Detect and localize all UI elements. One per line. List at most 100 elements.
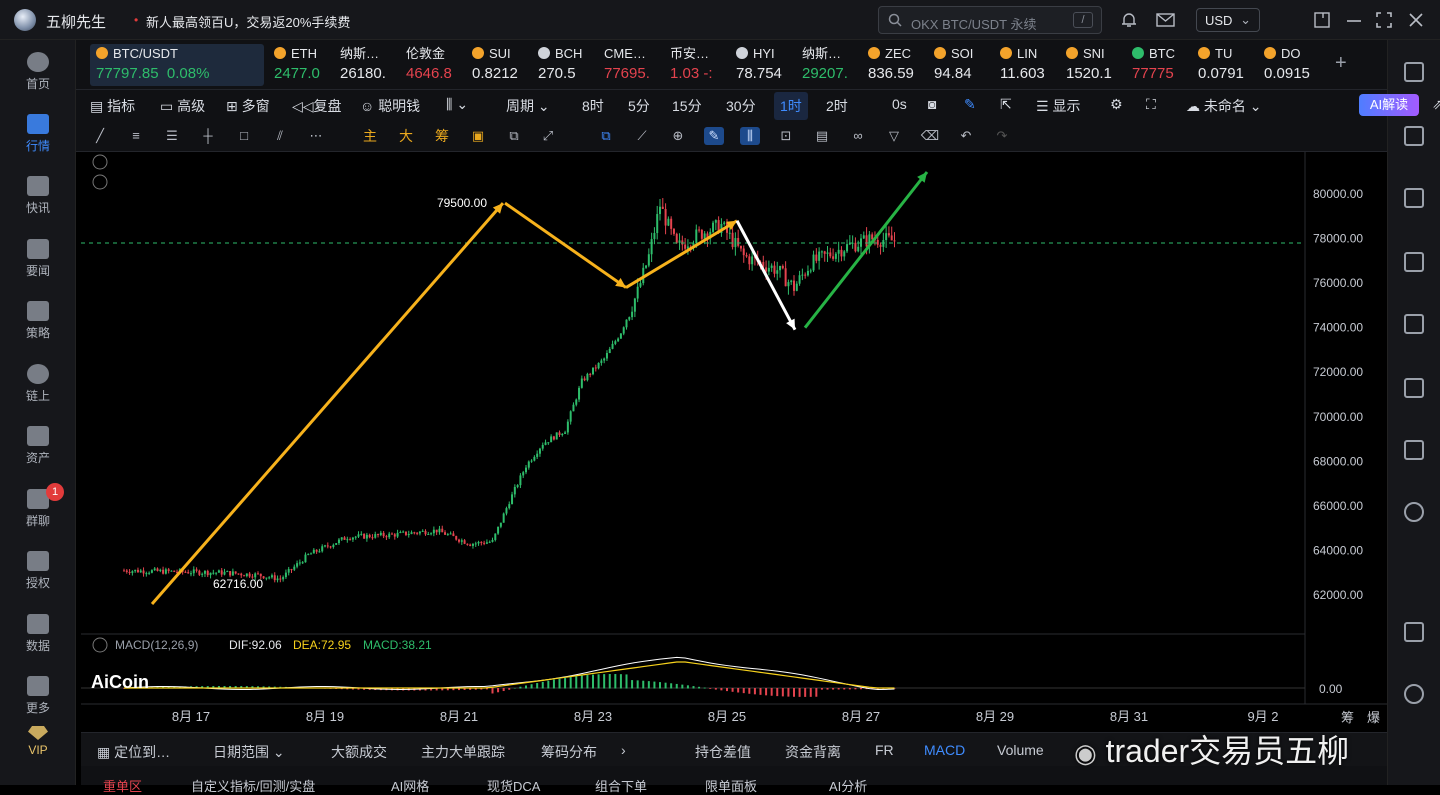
minimize-icon[interactable]: [1346, 19, 1362, 23]
pen-icon[interactable]: ✎: [964, 96, 976, 113]
smart-money-button[interactable]: ☺ 聪明钱: [360, 96, 420, 116]
interval-2h[interactable]: 2时: [826, 96, 848, 116]
ticker-item[interactable]: TU 0.0791: [1198, 44, 1246, 86]
settings-icon[interactable]: ⚙: [1110, 96, 1123, 113]
ticker-item[interactable]: 伦敦金 4646.8: [406, 44, 454, 86]
ticker-item[interactable]: BCH 270.5: [538, 44, 586, 86]
monitor-icon[interactable]: [1404, 314, 1424, 334]
promo-text[interactable]: 新人最高领百U，交易返20%手续费: [146, 12, 350, 31]
parallel-lines-tool-icon[interactable]: ≡: [126, 127, 146, 145]
ticker-item[interactable]: DO 0.0915: [1264, 44, 1312, 86]
ticker-item[interactable]: HYI 78.754: [736, 44, 784, 86]
tab-position-diff[interactable]: 持仓差值: [695, 742, 751, 762]
trend-icon[interactable]: [1404, 252, 1424, 272]
sidebar-item-auth[interactable]: 授权: [0, 551, 76, 591]
tab-ai-grid[interactable]: AI网格: [391, 776, 429, 795]
ticker-item[interactable]: 币安… 1.03 -:: [670, 44, 718, 86]
copy-icon[interactable]: ⧉: [596, 127, 616, 145]
ruler-icon[interactable]: ⟋: [632, 127, 652, 145]
interval-30m[interactable]: 30分: [726, 96, 756, 116]
chip-corner-label[interactable]: 筹: [1341, 710, 1354, 725]
trendline-tool-icon[interactable]: ╱: [90, 127, 110, 145]
bot-icon[interactable]: [1404, 440, 1424, 460]
redo-icon[interactable]: ↷: [992, 127, 1012, 145]
draw-mode-icon[interactable]: ✎: [704, 127, 724, 145]
window-pin-icon[interactable]: [1314, 12, 1330, 28]
maximize-icon[interactable]: [1376, 12, 1392, 28]
fullscreen-icon[interactable]: ⛶: [1146, 96, 1156, 113]
indicators-button[interactable]: ▤ 指标: [90, 96, 135, 116]
ticker-item[interactable]: ZEC 836.59: [868, 44, 916, 86]
sidebar-item-home[interactable]: 首页: [0, 52, 76, 92]
dollar-icon[interactable]: [1404, 188, 1424, 208]
tab-capital-divergence[interactable]: 资金背离: [785, 742, 841, 762]
magnet-icon[interactable]: ⫼: [740, 127, 760, 145]
sidebar-item-news[interactable]: 要闻: [0, 239, 76, 279]
add-ticker-icon[interactable]: +: [1335, 52, 1347, 75]
tab-fr[interactable]: FR: [875, 742, 894, 758]
sidebar-item-vip[interactable]: VIP: [0, 726, 76, 757]
pattern-tool-icon[interactable]: ⤢: [538, 127, 558, 145]
sidebar-item-more[interactable]: 更多: [0, 676, 76, 716]
tab-chip-distribution[interactable]: 筹码分布: [541, 742, 597, 762]
price-chart[interactable]: 80000.00 78000.00 76000.00 74000.00 72000.00…: [81, 152, 1387, 732]
liquidation-tool-icon[interactable]: ▣: [468, 127, 488, 145]
ticker-item[interactable]: SNI 1520.1: [1066, 44, 1114, 86]
list-icon[interactable]: [1404, 62, 1424, 82]
filter-icon[interactable]: ▽: [884, 127, 904, 145]
ticker-item[interactable]: BTC/USDT 77797.85 0.08%: [90, 44, 264, 86]
compare-tool-icon[interactable]: ⧉: [504, 127, 524, 145]
search-input[interactable]: OKX BTC/USDT 永续 /: [878, 6, 1102, 34]
fib-tool-icon[interactable]: ⫽: [270, 127, 290, 145]
ai-interpret-button[interactable]: AI解读: [1359, 94, 1419, 116]
large-order-tool[interactable]: 大: [396, 127, 416, 145]
tab-heavy-orders[interactable]: 重单区: [103, 776, 142, 795]
zoom-icon[interactable]: ⊕: [668, 127, 688, 145]
document-icon[interactable]: [1404, 126, 1424, 146]
sidebar-item-flash[interactable]: 快讯: [0, 176, 76, 216]
sidebar-item-data[interactable]: 数据: [0, 614, 76, 654]
avatar[interactable]: [14, 9, 36, 31]
interval-5m[interactable]: 5分: [628, 96, 650, 116]
interval-1h[interactable]: 1时: [774, 92, 808, 120]
bell-icon[interactable]: [1120, 11, 1138, 29]
chip-tool[interactable]: 筹: [432, 127, 452, 145]
main-force-tool[interactable]: 主: [360, 127, 380, 145]
currency-select[interactable]: USD ⌄: [1196, 8, 1260, 32]
ticker-item[interactable]: 纳斯… 29207.: [802, 44, 850, 86]
share-out-icon[interactable]: ⇗: [1432, 96, 1440, 113]
locate-button[interactable]: ▦ 定位到…: [97, 742, 170, 762]
tab-combo-order[interactable]: 组合下单: [595, 776, 647, 795]
sidebar-item-assets[interactable]: 资产: [0, 426, 76, 466]
close-icon[interactable]: [1408, 12, 1424, 28]
share-icon[interactable]: ⇱: [1000, 96, 1012, 113]
headset-icon[interactable]: [1404, 684, 1424, 704]
layout-icon[interactable]: [1404, 622, 1424, 642]
tab-spot-dca[interactable]: 现货DCA: [487, 776, 540, 795]
lock-icon[interactable]: ⊡: [776, 127, 796, 145]
interval-0s[interactable]: 0s: [892, 96, 907, 112]
advanced-button[interactable]: ▭ 高级: [160, 96, 205, 116]
sidebar-item-onchain[interactable]: 链上: [0, 364, 76, 404]
chevron-right-icon[interactable]: ›: [621, 742, 626, 758]
template-icon[interactable]: ▤: [812, 127, 832, 145]
mail-icon[interactable]: [1156, 12, 1176, 28]
etf-icon[interactable]: [1404, 378, 1424, 398]
trash-icon[interactable]: ⌫: [920, 127, 940, 145]
tab-ai-analysis[interactable]: AI分析: [829, 776, 867, 795]
tab-volume[interactable]: Volume: [997, 742, 1044, 758]
interval-8h[interactable]: 8时: [582, 96, 604, 116]
horizontal-ray-tool-icon[interactable]: ┼: [198, 127, 218, 145]
chart-type-button[interactable]: ⫼ ⌄: [446, 96, 468, 113]
camera-icon[interactable]: ◙: [928, 96, 936, 112]
period-button[interactable]: 周期 ⌄: [506, 96, 550, 116]
ticker-item[interactable]: CME… 77695.: [604, 44, 652, 86]
ticker-item[interactable]: LIN 11.603: [1000, 44, 1048, 86]
layout-name-button[interactable]: ☁ 未命名 ⌄: [1186, 96, 1262, 116]
tab-limit-panel[interactable]: 限单面板: [705, 776, 757, 795]
ticker-item[interactable]: 纳斯… 26180.: [340, 44, 388, 86]
horizontal-lines-tool-icon[interactable]: ☰: [162, 127, 182, 145]
undo-icon[interactable]: ↶: [956, 127, 976, 145]
tab-large-trades[interactable]: 大额成交: [331, 742, 387, 762]
more-tools-icon[interactable]: ⋯: [306, 127, 326, 145]
